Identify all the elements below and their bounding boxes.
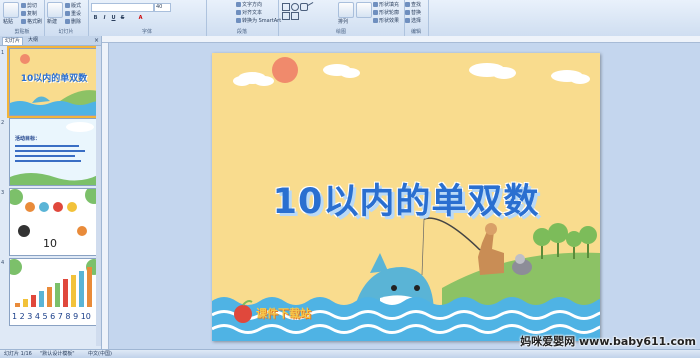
- scissors-icon: [21, 3, 26, 8]
- align-text-button[interactable]: 对齐文本: [236, 9, 262, 16]
- select-icon: [405, 18, 410, 23]
- font-color-button[interactable]: A: [136, 14, 145, 23]
- paragraph-group-label: 段落: [236, 29, 247, 35]
- shape-effects-button[interactable]: 形状效果: [373, 17, 399, 24]
- convert-smartart-button[interactable]: 转换为 SmartArt: [236, 17, 281, 24]
- select-button[interactable]: 选择: [405, 17, 421, 24]
- layout-button[interactable]: 版式: [65, 2, 81, 9]
- pane-scrollbar[interactable]: [96, 46, 101, 346]
- theme-name: "默认设计模板": [40, 351, 75, 357]
- logo-text: 课件下载站: [256, 307, 311, 320]
- slides-group-label: 幻灯片: [58, 29, 74, 35]
- slide-thumbnail-2[interactable]: 活动目标：: [9, 118, 99, 186]
- close-pane-icon[interactable]: ×: [94, 37, 99, 44]
- thumb-2-heading: 活动目标：: [15, 136, 41, 142]
- watermark: 妈咪爱婴网 www.baby611.com: [520, 335, 696, 348]
- bold-button[interactable]: B: [91, 14, 100, 23]
- reset-icon: [65, 11, 70, 16]
- slide-title[interactable]: 10以内的单双数: [212, 173, 600, 224]
- drawing-group-label: 绘图: [335, 29, 346, 35]
- replace-button[interactable]: 替换: [405, 9, 421, 16]
- clipboard-group-label: 剪贴板: [14, 29, 30, 35]
- thumb-2-art: [10, 122, 98, 185]
- quick-styles-button[interactable]: [356, 2, 372, 18]
- font-size-combo[interactable]: 40: [154, 3, 171, 12]
- thumb-4-numbers: 1 2 3 4 5 6 7 8 9 10: [12, 312, 91, 321]
- slide-count: 幻灯片 1/16: [4, 351, 32, 357]
- italic-button[interactable]: I: [100, 14, 109, 23]
- effects-icon: [373, 18, 378, 23]
- fill-icon: [373, 2, 378, 7]
- brush-icon: [21, 19, 26, 24]
- status-bar: 幻灯片 1/16 "默认设计模板" 中文(中国): [0, 349, 700, 358]
- vertical-ruler: [102, 43, 109, 350]
- replace-icon: [405, 10, 410, 15]
- font-name-combo[interactable]: [91, 3, 154, 12]
- rectangle-shape-icon[interactable]: [282, 3, 290, 11]
- cut-button[interactable]: 剪切: [21, 2, 37, 9]
- slide-workarea: 10以内的单双数 课件下载站: [102, 36, 700, 350]
- slide-thumbnail-4[interactable]: 1 2 3 4 5 6 7 8 9 10: [9, 258, 99, 326]
- slide-number: 3: [1, 190, 5, 196]
- copy-icon: [21, 11, 26, 16]
- oval-shape-icon[interactable]: [291, 3, 299, 11]
- text-direction-icon: [236, 2, 241, 7]
- shape-fill-button[interactable]: 形状填充: [373, 1, 399, 8]
- ribbon: 粘贴 剪切 复制 格式刷 剪贴板 新建 版式 重设 删除 幻灯片 40 B I …: [0, 0, 700, 37]
- slide-thumbnail-1[interactable]: 10以内的单双数: [7, 46, 101, 118]
- shape-outline-button[interactable]: 形状轮廓: [373, 9, 399, 16]
- arrange-button[interactable]: [338, 2, 354, 18]
- horizontal-ruler: [102, 36, 700, 43]
- drawing-group: 排列 形状填充 形状轮廓 形状效果 绘图: [278, 0, 405, 36]
- new-slide-label: 新建: [47, 19, 58, 25]
- new-slide-button[interactable]: [47, 2, 63, 18]
- font-group: 40 B I U S A 字体: [88, 0, 207, 36]
- thumb-1-art: [10, 54, 98, 115]
- slides-pane: 幻灯片 大纲 × 1 10以内的单双数 2 活动目标： 3 10 4 1 2 3…: [0, 36, 102, 350]
- slide-thumbnail-3[interactable]: 10: [9, 188, 99, 256]
- arrow-shape-icon[interactable]: [291, 12, 299, 20]
- layout-icon: [65, 3, 70, 8]
- paragraph-group: 文字方向 对齐文本 转换为 SmartArt 段落: [206, 0, 281, 36]
- paste-button[interactable]: [3, 2, 19, 18]
- editing-group: 查找 替换 选择 编辑: [404, 0, 429, 36]
- editing-group-label: 编辑: [410, 29, 421, 35]
- tab-slides[interactable]: 幻灯片: [2, 37, 24, 45]
- delete-button[interactable]: 删除: [65, 18, 81, 25]
- align-text-icon: [236, 10, 241, 15]
- find-button[interactable]: 查找: [405, 1, 421, 8]
- paste-label: 粘贴: [3, 19, 14, 25]
- triangle-shape-icon[interactable]: [282, 12, 290, 20]
- tab-outline[interactable]: 大纲: [26, 37, 40, 44]
- pane-tabs: 幻灯片 大纲 ×: [0, 36, 101, 46]
- strikethrough-button[interactable]: S: [118, 14, 127, 23]
- font-group-label: 字体: [141, 29, 152, 35]
- copy-button[interactable]: 复制: [21, 10, 37, 17]
- language-indicator[interactable]: 中文(中国): [88, 350, 112, 358]
- underline-button[interactable]: U: [109, 14, 118, 23]
- slide-canvas[interactable]: 10以内的单双数 课件下载站: [212, 53, 600, 341]
- arrange-label: 排列: [338, 19, 349, 25]
- slide-number: 4: [1, 260, 5, 266]
- binoculars-icon: [405, 2, 410, 7]
- reset-button[interactable]: 重设: [65, 10, 81, 17]
- smartart-icon: [236, 18, 241, 23]
- format-painter-button[interactable]: 格式刷: [21, 18, 42, 25]
- thumb-3-number: 10: [43, 237, 57, 250]
- slides-group: 新建 版式 重设 删除 幻灯片: [44, 0, 89, 36]
- outline-icon: [373, 10, 378, 15]
- line-shape-icon[interactable]: [307, 1, 317, 12]
- text-direction-button[interactable]: 文字方向: [236, 1, 262, 8]
- slide-number: 2: [1, 120, 5, 126]
- clipboard-group: 粘贴 剪切 复制 格式刷 剪贴板: [0, 0, 45, 36]
- delete-icon: [65, 19, 70, 24]
- slide-number: 1: [1, 50, 5, 56]
